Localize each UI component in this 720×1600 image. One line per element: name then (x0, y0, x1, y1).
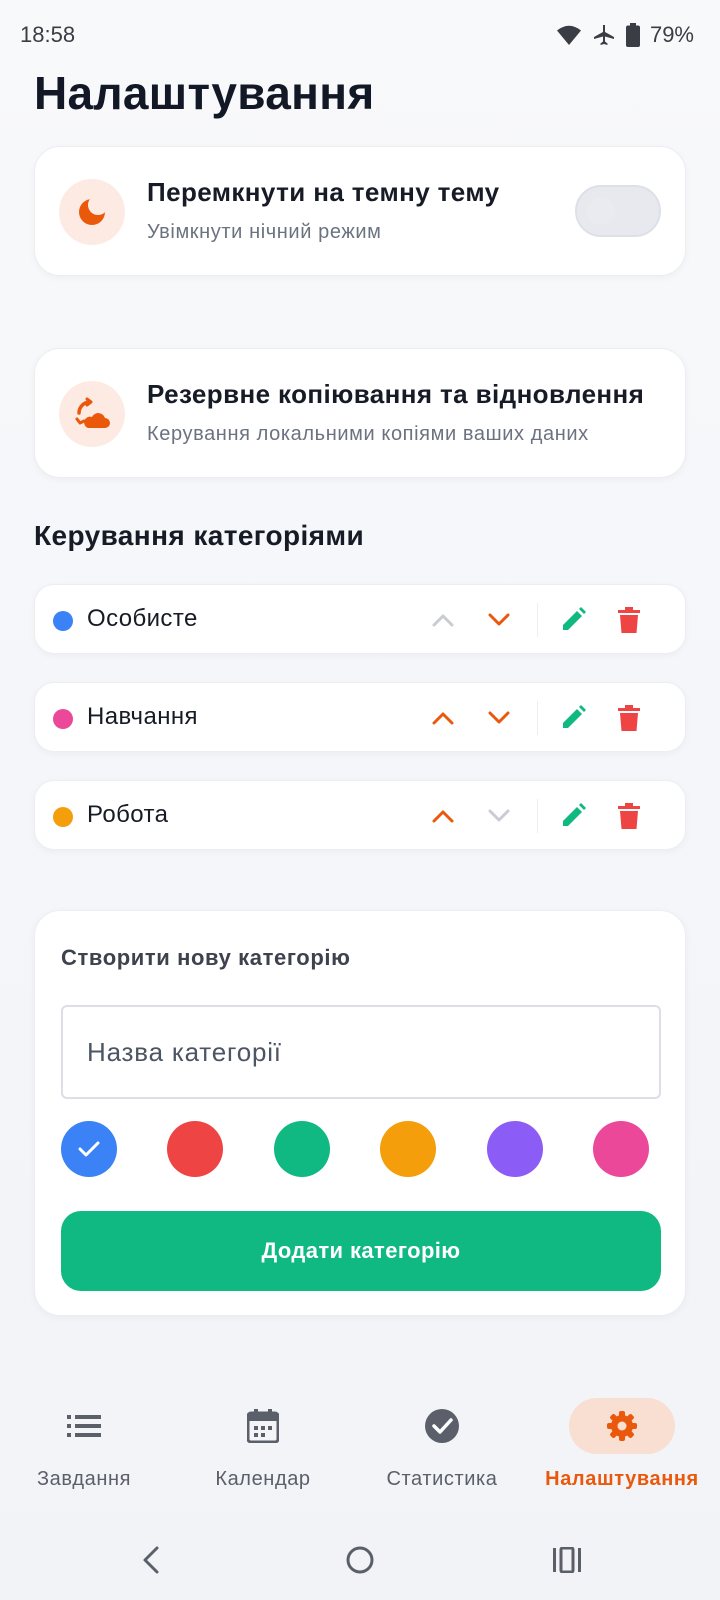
status-time: 18:58 (20, 22, 76, 47)
battery-icon (625, 23, 640, 47)
move-down-icon[interactable] (479, 796, 519, 836)
categories-section-title: Керування категоріями (34, 520, 365, 551)
nav-settings[interactable]: Налаштування (542, 1398, 702, 1498)
nav-label: Календар (215, 1468, 311, 1490)
backup-subtitle: Керування локальними копіями ваших даних (147, 423, 589, 445)
calendar-icon (233, 1406, 293, 1446)
dark-theme-toggle[interactable] (575, 185, 661, 237)
nav-label: Завдання (36, 1468, 132, 1490)
back-icon[interactable] (121, 1530, 181, 1590)
move-down-icon[interactable] (479, 600, 519, 640)
category-name: Робота (87, 801, 169, 828)
status-bar: 18:58 79% (0, 0, 720, 70)
toggle-knob (587, 197, 615, 225)
category-color-dot (53, 611, 73, 631)
category-row: Робота (34, 780, 686, 850)
bottom-nav: Завдання Календар Статистика Налаштуванн… (0, 1398, 720, 1508)
recents-icon[interactable] (537, 1530, 597, 1590)
category-color-dot (53, 709, 73, 729)
add-category-button[interactable]: Додати категорію (61, 1211, 661, 1291)
color-swatch-red[interactable] (167, 1121, 223, 1177)
status-icons: 79% (556, 22, 694, 48)
list-icon (54, 1406, 114, 1446)
backup-restore-icon (59, 381, 125, 447)
backup-title: Резервне копіювання та відновлення (147, 379, 645, 409)
category-row: Навчання (34, 682, 686, 752)
move-up-icon[interactable] (423, 698, 463, 738)
gear-icon (569, 1398, 675, 1454)
nav-label: Налаштування (545, 1468, 699, 1490)
divider (537, 603, 538, 637)
check-circle-icon (412, 1406, 472, 1446)
divider (537, 799, 538, 833)
color-swatch-orange[interactable] (380, 1121, 436, 1177)
edit-pencil-icon[interactable] (553, 600, 593, 640)
home-icon[interactable] (330, 1530, 390, 1590)
check-icon (78, 1141, 100, 1157)
delete-trash-icon[interactable] (609, 600, 649, 640)
dark-theme-card[interactable]: Перемкнути на темну тему Увімкнути нічни… (34, 146, 686, 276)
nav-statistics[interactable]: Статистика (362, 1398, 522, 1498)
divider (537, 701, 538, 735)
page-title: Налаштування (34, 67, 375, 119)
color-swatch-green[interactable] (274, 1121, 330, 1177)
color-swatch-pink[interactable] (593, 1121, 649, 1177)
nav-label: Статистика (386, 1468, 498, 1490)
backup-card[interactable]: Резервне копіювання та відновлення Керув… (34, 348, 686, 478)
battery-percent: 79% (649, 22, 694, 47)
edit-pencil-icon[interactable] (553, 698, 593, 738)
category-name: Навчання (87, 703, 198, 730)
airplane-icon (592, 23, 616, 47)
category-color-dot (53, 807, 73, 827)
move-up-icon[interactable] (423, 796, 463, 836)
moon-icon (59, 179, 125, 245)
dark-theme-title: Перемкнути на темну тему (147, 177, 500, 207)
nav-tasks[interactable]: Завдання (4, 1398, 164, 1498)
color-swatch-blue[interactable] (61, 1121, 117, 1177)
nav-calendar[interactable]: Календар (183, 1398, 343, 1498)
category-name-input[interactable] (61, 1005, 661, 1099)
edit-pencil-icon[interactable] (553, 796, 593, 836)
new-category-card: Створити нову категорію Додати категорію (34, 910, 686, 1316)
category-row: Особисте (34, 584, 686, 654)
move-down-icon[interactable] (479, 698, 519, 738)
dark-theme-subtitle: Увімкнути нічний режим (147, 221, 382, 243)
wifi-icon (556, 24, 582, 46)
new-category-title: Створити нову категорію (61, 945, 351, 970)
category-name: Особисте (87, 605, 198, 632)
move-up-icon[interactable] (423, 600, 463, 640)
delete-trash-icon[interactable] (609, 698, 649, 738)
delete-trash-icon[interactable] (609, 796, 649, 836)
color-swatch-purple[interactable] (487, 1121, 543, 1177)
system-nav-bar (0, 1530, 720, 1590)
